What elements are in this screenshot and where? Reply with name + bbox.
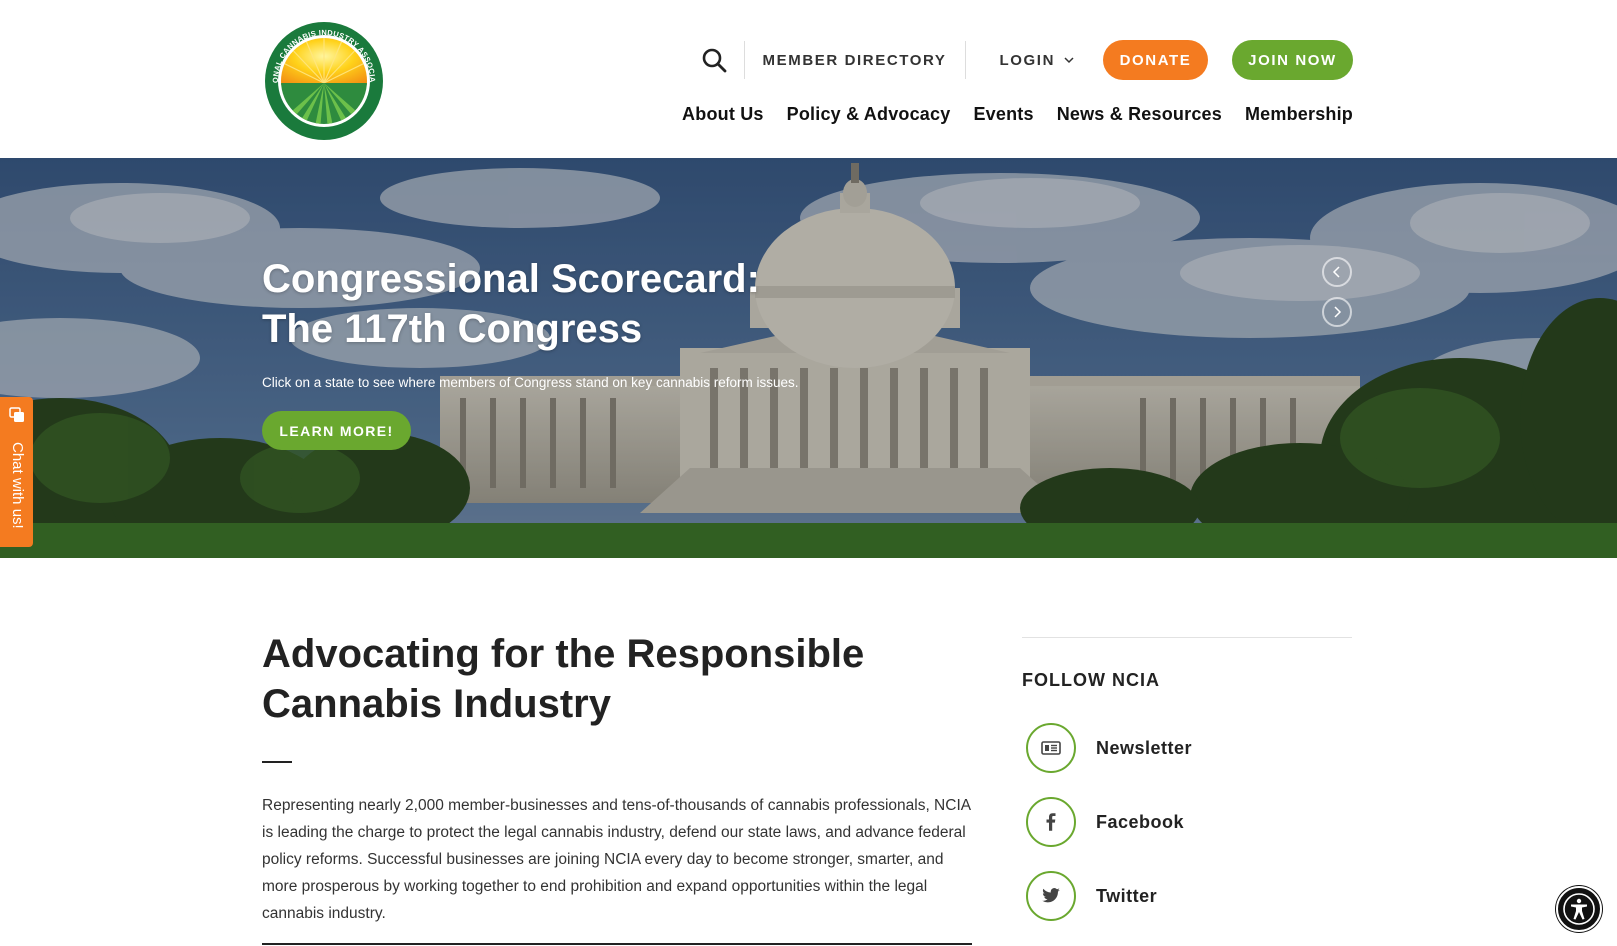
chevron-left-icon <box>1332 266 1340 278</box>
twitter-icon[interactable] <box>1026 871 1076 921</box>
hero-title-line: Congressional Scorecard: <box>262 257 760 301</box>
social-label[interactable]: Facebook <box>1096 812 1184 833</box>
nav-news-resources[interactable]: News & Resources <box>1057 104 1222 125</box>
hero-subtitle: Click on a state to see where members of… <box>262 375 799 390</box>
content-divider <box>262 943 972 945</box>
chat-icon <box>9 407 24 422</box>
intro-paragraph: Representing nearly 2,000 member-busines… <box>262 797 971 922</box>
hero-title-line: The 117th Congress <box>262 307 643 351</box>
login-link[interactable]: LOGIN <box>1000 52 1064 69</box>
social-label[interactable]: Newsletter <box>1096 738 1192 759</box>
social-item-facebook[interactable]: Facebook <box>1022 785 1352 859</box>
heading-line: Cannabis Industry <box>262 682 611 726</box>
social-item-twitter[interactable]: Twitter <box>1022 859 1352 933</box>
follow-sidebar: FOLLOW NCIA Newsletter Facebook Twitter <box>1022 637 1352 933</box>
nav-policy-advocacy[interactable]: Policy & Advocacy <box>787 104 951 125</box>
follow-title: FOLLOW NCIA <box>1022 670 1160 690</box>
slider-prev-button[interactable] <box>1322 257 1352 287</box>
chevron-down-icon[interactable] <box>1063 54 1075 66</box>
chat-tab[interactable]: Chat with us! <box>0 397 33 547</box>
learn-more-button[interactable]: LEARN MORE! <box>262 411 411 450</box>
accessibility-icon <box>1563 893 1595 925</box>
social-label[interactable]: Twitter <box>1096 886 1157 907</box>
member-directory-link[interactable]: MEMBER DIRECTORY <box>745 52 965 69</box>
hero-title: Congressional Scorecard: The 117th Congr… <box>262 254 760 354</box>
main-nav: About Us Policy & Advocacy Events News &… <box>659 104 1353 125</box>
utility-nav: MEMBER DIRECTORY LOGIN DONATE JOIN NOW <box>698 40 1353 80</box>
accessibility-button[interactable] <box>1556 886 1602 932</box>
facebook-icon[interactable] <box>1026 797 1076 847</box>
sidebar-divider <box>1022 637 1352 638</box>
hero-slider: Congressional Scorecard: The 117th Congr… <box>0 158 1617 558</box>
nav-membership[interactable]: Membership <box>1245 104 1353 125</box>
social-item-newsletter[interactable]: Newsletter <box>1022 711 1352 785</box>
heading-line: Advocating for the Responsible <box>262 632 865 676</box>
nav-events[interactable]: Events <box>973 104 1033 125</box>
slider-next-button[interactable] <box>1322 297 1352 327</box>
heading-divider <box>262 761 292 763</box>
login-dropdown[interactable]: LOGIN <box>966 52 1098 69</box>
nav-about-us[interactable]: About Us <box>682 104 764 125</box>
ncia-logo[interactable]: NATIONAL CANNABIS INDUSTRY ASSOCIATION <box>264 21 384 141</box>
donate-button[interactable]: DONATE <box>1103 40 1208 80</box>
capitol-hero-image <box>0 158 1617 558</box>
page-heading: Advocating for the Responsible Cannabis … <box>262 629 962 729</box>
social-list: Newsletter Facebook Twitter <box>1022 711 1352 933</box>
chat-label[interactable]: Chat with us! <box>9 442 26 529</box>
newsletter-icon[interactable] <box>1026 723 1076 773</box>
join-now-button[interactable]: JOIN NOW <box>1232 40 1353 80</box>
search-icon[interactable] <box>698 40 730 80</box>
chevron-right-icon <box>1334 306 1342 318</box>
site-header: NATIONAL CANNABIS INDUSTRY ASSOCIATION M… <box>0 0 1617 158</box>
